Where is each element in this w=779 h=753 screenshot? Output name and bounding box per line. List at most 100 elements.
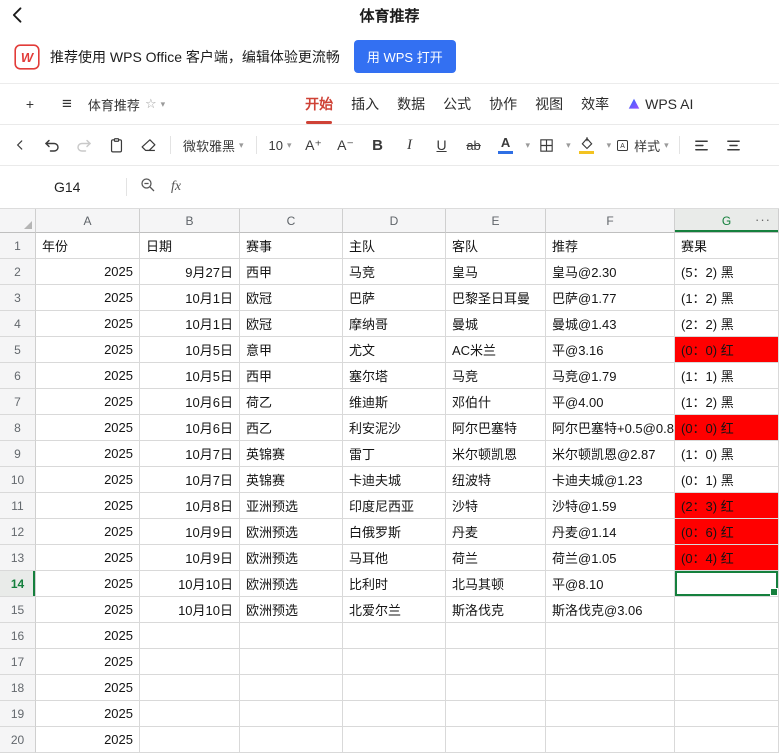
tab-公式[interactable]: 公式 bbox=[443, 84, 471, 124]
cell-A8[interactable]: 2025 bbox=[36, 415, 140, 441]
cell-E19[interactable] bbox=[446, 701, 546, 727]
cell-D3[interactable]: 巴萨 bbox=[343, 285, 446, 311]
cell-B10[interactable]: 10月7日 bbox=[140, 467, 240, 493]
row-header-2[interactable]: 2 bbox=[0, 259, 36, 285]
cell-style-button[interactable]: A 样式 ▾ bbox=[615, 130, 669, 160]
cell-B8[interactable]: 10月6日 bbox=[140, 415, 240, 441]
row-header-19[interactable]: 19 bbox=[0, 701, 36, 727]
cell-E5[interactable]: AC米兰 bbox=[446, 337, 546, 363]
back-icon[interactable] bbox=[8, 5, 28, 25]
cell-D5[interactable]: 尤文 bbox=[343, 337, 446, 363]
cell-B1[interactable]: 日期 bbox=[140, 233, 240, 259]
cell-C11[interactable]: 亚洲预选 bbox=[240, 493, 343, 519]
cell-D17[interactable] bbox=[343, 649, 446, 675]
cell-C18[interactable] bbox=[240, 675, 343, 701]
cell-B5[interactable]: 10月5日 bbox=[140, 337, 240, 363]
font-size-select[interactable]: 10 ▾ bbox=[269, 138, 292, 153]
cell-F4[interactable]: 曼城@1.43 bbox=[546, 311, 675, 337]
cell-A9[interactable]: 2025 bbox=[36, 441, 140, 467]
row-header-6[interactable]: 6 bbox=[0, 363, 36, 389]
chevron-down-icon[interactable]: ▾ bbox=[526, 140, 531, 151]
row-header-7[interactable]: 7 bbox=[0, 389, 36, 415]
cell-G14[interactable] bbox=[675, 571, 779, 597]
undo-icon[interactable] bbox=[40, 130, 64, 160]
cell-E3[interactable]: 巴黎圣日耳曼 bbox=[446, 285, 546, 311]
cell-A2[interactable]: 2025 bbox=[36, 259, 140, 285]
cell-A10[interactable]: 2025 bbox=[36, 467, 140, 493]
cell-D1[interactable]: 主队 bbox=[343, 233, 446, 259]
cell-C1[interactable]: 赛事 bbox=[240, 233, 343, 259]
row-header-11[interactable]: 11 bbox=[0, 493, 36, 519]
row-header-12[interactable]: 12 bbox=[0, 519, 36, 545]
open-in-wps-button[interactable]: 用 WPS 打开 bbox=[354, 40, 456, 73]
cell-B7[interactable]: 10月6日 bbox=[140, 389, 240, 415]
column-header-C[interactable]: C bbox=[240, 209, 343, 233]
cell-A17[interactable]: 2025 bbox=[36, 649, 140, 675]
cell-reference-box[interactable]: G14 bbox=[54, 179, 126, 195]
cell-D20[interactable] bbox=[343, 727, 446, 753]
cell-G13[interactable]: (0：4) 红 bbox=[675, 545, 779, 571]
cell-D13[interactable]: 马耳他 bbox=[343, 545, 446, 571]
column-header-F[interactable]: F bbox=[546, 209, 675, 233]
cell-A15[interactable]: 2025 bbox=[36, 597, 140, 623]
cell-B4[interactable]: 10月1日 bbox=[140, 311, 240, 337]
cell-C9[interactable]: 英锦赛 bbox=[240, 441, 343, 467]
cell-G8[interactable]: (0：0) 红 bbox=[675, 415, 779, 441]
chevron-down-icon[interactable]: ▾ bbox=[566, 140, 571, 151]
cell-B6[interactable]: 10月5日 bbox=[140, 363, 240, 389]
cell-F10[interactable]: 卡迪夫城@1.23 bbox=[546, 467, 675, 493]
row-header-10[interactable]: 10 bbox=[0, 467, 36, 493]
document-name[interactable]: 体育推荐 ☆ ▾ bbox=[88, 95, 165, 114]
cell-G15[interactable] bbox=[675, 597, 779, 623]
bold-button[interactable]: B bbox=[366, 130, 390, 160]
cell-G2[interactable]: (5：2) 黑 bbox=[675, 259, 779, 285]
cell-A12[interactable]: 2025 bbox=[36, 519, 140, 545]
cell-G19[interactable] bbox=[675, 701, 779, 727]
cell-C14[interactable]: 欧洲预选 bbox=[240, 571, 343, 597]
cell-C15[interactable]: 欧洲预选 bbox=[240, 597, 343, 623]
underline-button[interactable]: U bbox=[430, 130, 454, 160]
cell-B12[interactable]: 10月9日 bbox=[140, 519, 240, 545]
new-document-icon[interactable]: + bbox=[18, 89, 42, 119]
decrease-font-button[interactable]: A⁻ bbox=[334, 130, 358, 160]
cell-B13[interactable]: 10月9日 bbox=[140, 545, 240, 571]
fx-icon[interactable]: fx bbox=[171, 179, 181, 195]
cell-C20[interactable] bbox=[240, 727, 343, 753]
cell-A18[interactable]: 2025 bbox=[36, 675, 140, 701]
cell-C3[interactable]: 欧冠 bbox=[240, 285, 343, 311]
cell-A1[interactable]: 年份 bbox=[36, 233, 140, 259]
cell-F14[interactable]: 平@8.10 bbox=[546, 571, 675, 597]
cell-C10[interactable]: 英锦赛 bbox=[240, 467, 343, 493]
cell-C19[interactable] bbox=[240, 701, 343, 727]
cell-C2[interactable]: 西甲 bbox=[240, 259, 343, 285]
cell-G3[interactable]: (1：2) 黑 bbox=[675, 285, 779, 311]
cell-E13[interactable]: 荷兰 bbox=[446, 545, 546, 571]
cell-E6[interactable]: 马竞 bbox=[446, 363, 546, 389]
cell-D15[interactable]: 北爱尔兰 bbox=[343, 597, 446, 623]
cell-E18[interactable] bbox=[446, 675, 546, 701]
cell-B15[interactable]: 10月10日 bbox=[140, 597, 240, 623]
tab-视图[interactable]: 视图 bbox=[535, 84, 563, 124]
column-header-A[interactable]: A bbox=[36, 209, 140, 233]
tab-插入[interactable]: 插入 bbox=[351, 84, 379, 124]
row-header-15[interactable]: 15 bbox=[0, 597, 36, 623]
cell-A11[interactable]: 2025 bbox=[36, 493, 140, 519]
cell-G7[interactable]: (1：2) 黑 bbox=[675, 389, 779, 415]
cell-B14[interactable]: 10月10日 bbox=[140, 571, 240, 597]
cell-F16[interactable] bbox=[546, 623, 675, 649]
cell-B3[interactable]: 10月1日 bbox=[140, 285, 240, 311]
cell-G5[interactable]: (0：0) 红 bbox=[675, 337, 779, 363]
cell-C13[interactable]: 欧洲预选 bbox=[240, 545, 343, 571]
cell-F2[interactable]: 皇马@2.30 bbox=[546, 259, 675, 285]
cell-B9[interactable]: 10月7日 bbox=[140, 441, 240, 467]
cell-C6[interactable]: 西甲 bbox=[240, 363, 343, 389]
cell-E9[interactable]: 米尔顿凯恩 bbox=[446, 441, 546, 467]
cell-F17[interactable] bbox=[546, 649, 675, 675]
cell-B19[interactable] bbox=[140, 701, 240, 727]
more-options-button[interactable]: ··· bbox=[755, 212, 771, 227]
cell-D6[interactable]: 塞尔塔 bbox=[343, 363, 446, 389]
cell-G17[interactable] bbox=[675, 649, 779, 675]
cell-B17[interactable] bbox=[140, 649, 240, 675]
cell-F6[interactable]: 马竞@1.79 bbox=[546, 363, 675, 389]
cell-A4[interactable]: 2025 bbox=[36, 311, 140, 337]
